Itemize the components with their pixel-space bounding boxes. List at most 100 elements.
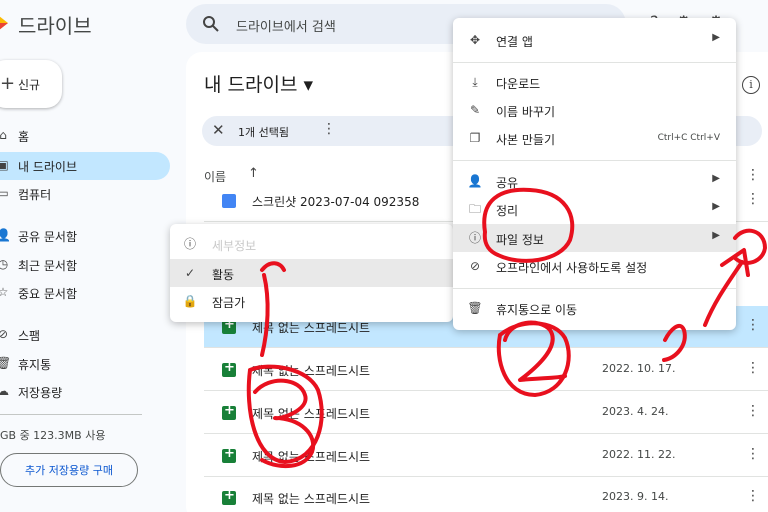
- lock-icon: 🔒: [182, 294, 198, 308]
- page-title[interactable]: 내 드라이브 ▾: [204, 70, 313, 97]
- copy-icon: ❐: [469, 131, 481, 145]
- sheet-file-icon: [222, 317, 236, 334]
- more-vert-icon[interactable]: ⋮: [746, 360, 760, 376]
- sidebar-item-label: 최근 문서함: [18, 259, 78, 273]
- file-name: 제목 없는 스프레드시트: [252, 450, 371, 464]
- star-icon: ☆: [0, 285, 9, 299]
- table-row[interactable]: 제목 없는 스프레드시트 2023. 9. 14. ⋮: [204, 477, 768, 512]
- menu-item-share[interactable]: 👤 공유 ▶: [453, 167, 736, 195]
- sidebar-item-storage[interactable]: ☁ 저장용량: [0, 378, 170, 406]
- menu-item-label: 연결 앱: [496, 35, 533, 49]
- sidebar-item-home[interactable]: ⌂ 홈: [0, 122, 170, 150]
- menu-divider: [453, 62, 736, 63]
- sheet-file-icon: [222, 360, 236, 377]
- menu-item-label: 파일 정보: [496, 233, 544, 247]
- sidebar-item-label: 내 드라이브: [18, 160, 78, 174]
- more-vert-icon[interactable]: ⋮: [746, 488, 760, 504]
- sidebar-item-starred[interactable]: ☆ 중요 문서함: [0, 279, 170, 307]
- sidebar-item-label: 공유 문서함: [18, 230, 78, 244]
- file-name: 제목 없는 스프레드시트: [252, 492, 371, 506]
- menu-shortcut: Ctrl+C Ctrl+V: [657, 133, 720, 143]
- file-date: 2022. 11. 22.: [602, 448, 676, 461]
- sidebar-item-computers[interactable]: ▭ 컴퓨터: [0, 180, 170, 208]
- close-icon[interactable]: ✕: [212, 121, 225, 139]
- buy-storage-button[interactable]: 추가 저장용량 구매: [0, 453, 138, 487]
- drive-logo-icon: [0, 16, 8, 30]
- more-vert-icon[interactable]: ⋮: [746, 317, 760, 333]
- new-button-label: 신규: [18, 78, 41, 92]
- sidebar-item-label: 스팸: [18, 329, 41, 343]
- chevron-right-icon: ▶: [712, 173, 720, 184]
- clock-icon: ◷: [0, 257, 9, 271]
- table-row[interactable]: 제목 없는 스프레드시트 2022. 10. 17. ⋮: [204, 349, 768, 391]
- activity-icon: ✓: [184, 266, 196, 280]
- search-input[interactable]: 드라이브에서 검색: [236, 16, 336, 35]
- folder-icon: 🗀: [468, 202, 481, 216]
- sidebar-item-my-drive[interactable]: ▣ 내 드라이브: [0, 152, 170, 180]
- menu-item-download[interactable]: ⤓ 다운로드: [453, 68, 736, 96]
- more-vert-icon[interactable]: ⋮: [322, 121, 336, 137]
- menu-item-label: 이름 바꾸기: [496, 105, 556, 119]
- submenu-item-label: 세부정보: [212, 239, 257, 253]
- submenu-item-lock[interactable]: 🔒 잠금가: [170, 287, 453, 315]
- chevron-right-icon: ▶: [712, 230, 720, 241]
- trash-icon: 🗑: [0, 356, 12, 370]
- home-icon: ⌂: [0, 128, 7, 142]
- sidebar-item-shared[interactable]: 👤 공유 문서함: [0, 222, 170, 250]
- storage-divider: [0, 414, 142, 415]
- file-name: 스크린샷 2023-07-04 092358: [252, 195, 420, 209]
- more-vert-icon[interactable]: ⋮: [746, 446, 760, 462]
- spam-icon: ⊘: [0, 327, 9, 341]
- submenu-item-activity[interactable]: ✓ 활동: [170, 259, 453, 287]
- sidebar-item-label: 휴지통: [18, 358, 52, 372]
- sidebar-item-spam[interactable]: ⊘ 스팸: [0, 321, 170, 349]
- doc-file-icon: [222, 194, 236, 208]
- menu-item-label: 공유: [496, 176, 519, 190]
- menu-item-offline[interactable]: ⊘ 오프라인에서 사용하도록 설정: [453, 252, 736, 280]
- menu-item-label: 사본 만들기: [496, 133, 556, 147]
- file-date: 2023. 9. 14.: [602, 490, 669, 503]
- more-vert-icon[interactable]: ⋮: [746, 191, 760, 207]
- sidebar-item-trash[interactable]: 🗑 휴지통: [0, 350, 170, 378]
- menu-item-label: 휴지통으로 이동: [496, 303, 578, 317]
- info-icon[interactable]: i: [742, 76, 760, 94]
- computer-icon: ▭: [0, 186, 9, 200]
- sidebar-item-label: 저장용량: [18, 386, 63, 400]
- plus-icon: +: [0, 73, 16, 94]
- menu-item-open-with[interactable]: ✥ 연결 앱 ▶: [453, 26, 736, 54]
- menu-item-file-info[interactable]: ⓘ 파일 정보 ▶: [453, 224, 736, 252]
- app-logo[interactable]: 드라이브: [0, 0, 180, 46]
- menu-item-trash[interactable]: 🗑 휴지통으로 이동: [453, 294, 736, 322]
- sheet-file-icon: [222, 446, 236, 463]
- submenu-item-details[interactable]: ⓘ 세부정보: [170, 230, 453, 258]
- menu-divider: [453, 160, 736, 161]
- menu-item-copy[interactable]: ❐ 사본 만들기 Ctrl+C Ctrl+V: [453, 124, 736, 152]
- submenu-item-label: 활동: [212, 268, 235, 282]
- menu-item-rename[interactable]: ✎ 이름 바꾸기: [453, 96, 736, 124]
- table-row[interactable]: 제목 없는 스프레드시트 2022. 11. 22. ⋮: [204, 435, 768, 477]
- search-icon: [203, 16, 219, 32]
- menu-item-organize[interactable]: 🗀 정리 ▶: [453, 195, 736, 223]
- shared-icon: 👤: [0, 228, 11, 242]
- file-date: 2023. 4. 24.: [602, 405, 669, 418]
- new-button[interactable]: + 신규: [0, 60, 62, 108]
- sidebar-item-label: 홈: [18, 130, 30, 144]
- menu-divider: [453, 288, 736, 289]
- context-menu: ✥ 연결 앱 ▶ ⤓ 다운로드 ✎ 이름 바꾸기 ❐ 사본 만들기 Ctrl+C…: [453, 18, 736, 330]
- menu-item-label: 오프라인에서 사용하도록 설정: [496, 261, 648, 275]
- menu-item-label: 정리: [496, 204, 519, 218]
- sheet-file-icon: [222, 403, 236, 420]
- more-vert-icon[interactable]: ⋮: [746, 403, 760, 419]
- sidebar-item-recent[interactable]: ◷ 최근 문서함: [0, 251, 170, 279]
- info-icon: ⓘ: [183, 237, 196, 251]
- move-icon: ✥: [469, 33, 481, 47]
- selection-count: 1개 선택됨: [238, 126, 289, 139]
- file-info-submenu: ⓘ 세부정보 ✓ 활동 🔒 잠금가: [170, 224, 453, 322]
- info-icon: ⓘ: [468, 231, 481, 245]
- table-row[interactable]: 제목 없는 스프레드시트 2023. 4. 24. ⋮: [204, 392, 768, 434]
- app-title: 드라이브: [18, 14, 92, 38]
- sort-arrow-icon[interactable]: ↑: [248, 166, 259, 181]
- pencil-icon: ✎: [469, 103, 481, 117]
- file-name: 제목 없는 스프레드시트: [252, 364, 371, 378]
- storage-usage-text: GB 중 123.3MB 사용: [0, 429, 106, 442]
